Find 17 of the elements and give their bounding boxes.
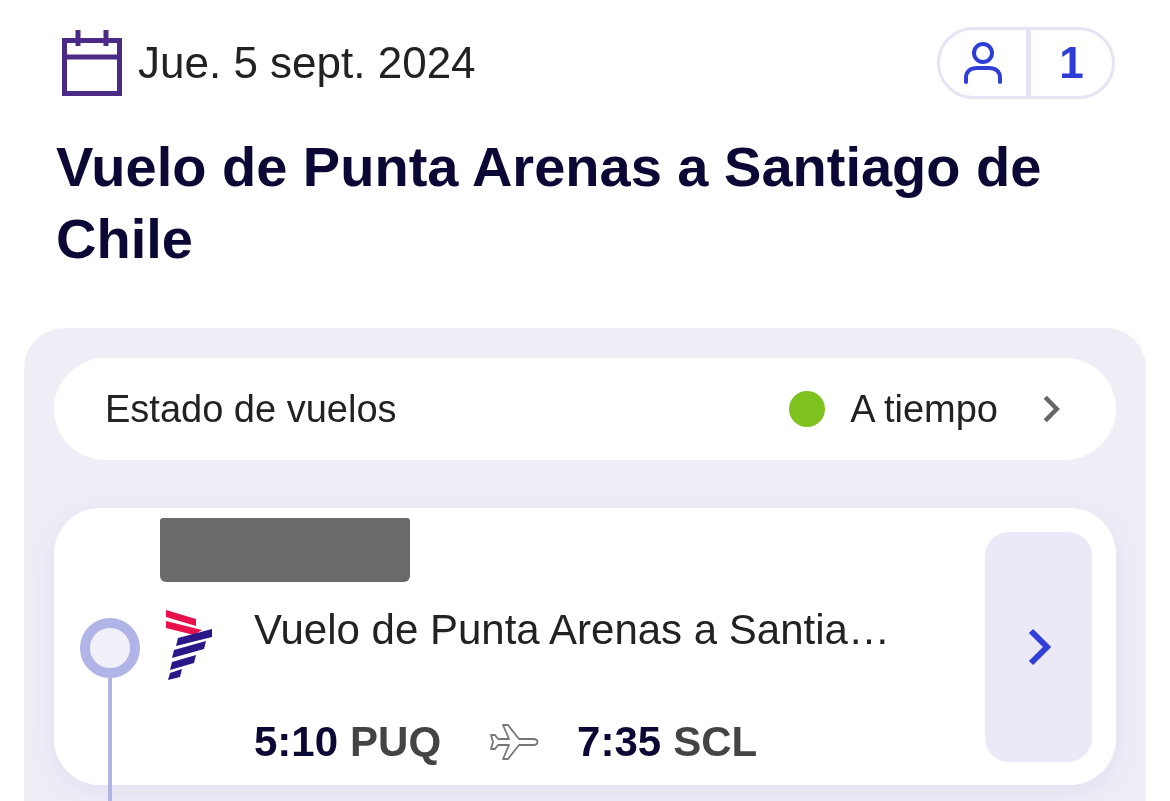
calendar-icon (62, 30, 122, 96)
arrival-time: 7:35 (577, 718, 662, 766)
page-title: Vuelo de Punta Arenas a Santiago de Chile (55, 134, 1043, 272)
flight-status-text: A tiempo (850, 387, 998, 431)
departure-airport: PUQ (350, 718, 442, 766)
flight-details-button[interactable] (985, 532, 1092, 762)
flight-status-label: Estado de vuelos (105, 387, 398, 431)
flight-status-row[interactable]: Estado de vuelos A tiempo (54, 358, 1116, 460)
person-icon (963, 42, 1003, 84)
passenger-count-button[interactable]: 1 (937, 27, 1115, 99)
chevron-right-icon (1042, 394, 1060, 424)
date-text: Jue. 5 sept. 2024 (138, 38, 476, 88)
departure-time: 5:10 (254, 718, 339, 766)
chevron-right-icon (1026, 627, 1051, 667)
airline-logo-icon (166, 610, 214, 680)
arrival-airport: SCL (673, 718, 758, 766)
flight-title: Vuelo de Punta Arenas a Santia… (254, 605, 890, 655)
